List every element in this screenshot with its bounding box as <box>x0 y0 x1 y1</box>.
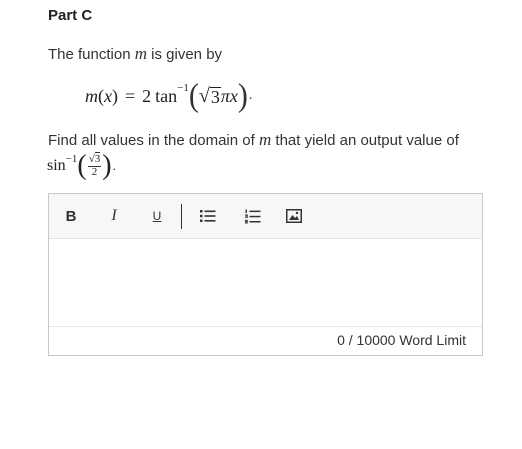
intro-text: The function m is given by <box>48 44 222 64</box>
intro-suffix: is given by <box>147 46 223 63</box>
q-func: sin <box>47 157 66 174</box>
q-paren-close: ) <box>102 150 112 181</box>
eq-func: tan <box>155 85 178 106</box>
editor-footer: 0 / 10000 Word Limit <box>49 326 482 355</box>
eq-radicand: 3 <box>209 86 221 107</box>
eq-var: x <box>229 85 238 106</box>
eq-coef: 2 <box>142 85 152 106</box>
eq-paren-close: ) <box>237 77 248 114</box>
q-frac-sqrt: √ <box>88 152 95 165</box>
eq-end: . <box>248 88 253 103</box>
word-count: 0 <box>337 332 345 348</box>
eq-exp: −1 <box>177 82 189 94</box>
numbered-list-button[interactable] <box>244 206 262 226</box>
bold-button[interactable]: B <box>64 206 78 226</box>
intro-var: m <box>134 44 147 63</box>
numbered-list-icon <box>245 209 261 223</box>
response-editor: B I U 0 / 10000 Word Limit <box>48 193 483 356</box>
eq-lhs-close: ) <box>112 85 118 106</box>
eq-sqrt: √ 3 <box>199 85 221 108</box>
word-limit-label: / 10000 Word Limit <box>344 332 466 348</box>
insert-image-button[interactable] <box>285 206 303 226</box>
question-value: sin −1 ( √3 2 ) . <box>47 148 116 184</box>
q-frac-radicand: 3 <box>94 151 101 165</box>
italic-button[interactable]: I <box>107 206 121 226</box>
part-title: Part C <box>48 7 93 24</box>
q-frac-numerator: √3 <box>87 151 102 167</box>
eq-lhs-var: x <box>104 85 112 106</box>
eq-lhs-func: m <box>85 85 98 106</box>
q-fraction: √3 2 <box>87 151 102 178</box>
bulleted-list-button[interactable] <box>199 206 217 226</box>
eq-equals: = <box>125 85 136 106</box>
word-limit-counter: 0 / 10000 Word Limit <box>337 332 466 348</box>
q-end: . <box>112 158 116 173</box>
image-icon <box>286 209 302 223</box>
editor-content-area[interactable] <box>49 239 482 327</box>
editor-toolbar: B I U <box>49 194 482 239</box>
equation: m(x) = 2 tan −1 ( √ 3 πx ) . <box>85 77 253 114</box>
eq-pi: π <box>220 85 230 106</box>
question-var: m <box>258 130 272 149</box>
intro-prefix: The function <box>48 46 135 63</box>
bulleted-list-icon <box>200 210 216 222</box>
question-suffix: that yield an output value of <box>271 132 459 149</box>
underline-button[interactable]: U <box>150 206 164 226</box>
question-prefix: Find all values in the domain of <box>48 132 259 149</box>
question-text: Find all values in the domain of m that … <box>48 130 459 150</box>
toolbar-divider <box>181 204 182 229</box>
q-paren-open: ( <box>77 150 87 181</box>
eq-sqrt-sign: √ <box>198 84 210 107</box>
eq-paren-open: ( <box>188 77 199 114</box>
q-frac-denominator: 2 <box>91 165 98 178</box>
q-exp: −1 <box>65 153 78 165</box>
